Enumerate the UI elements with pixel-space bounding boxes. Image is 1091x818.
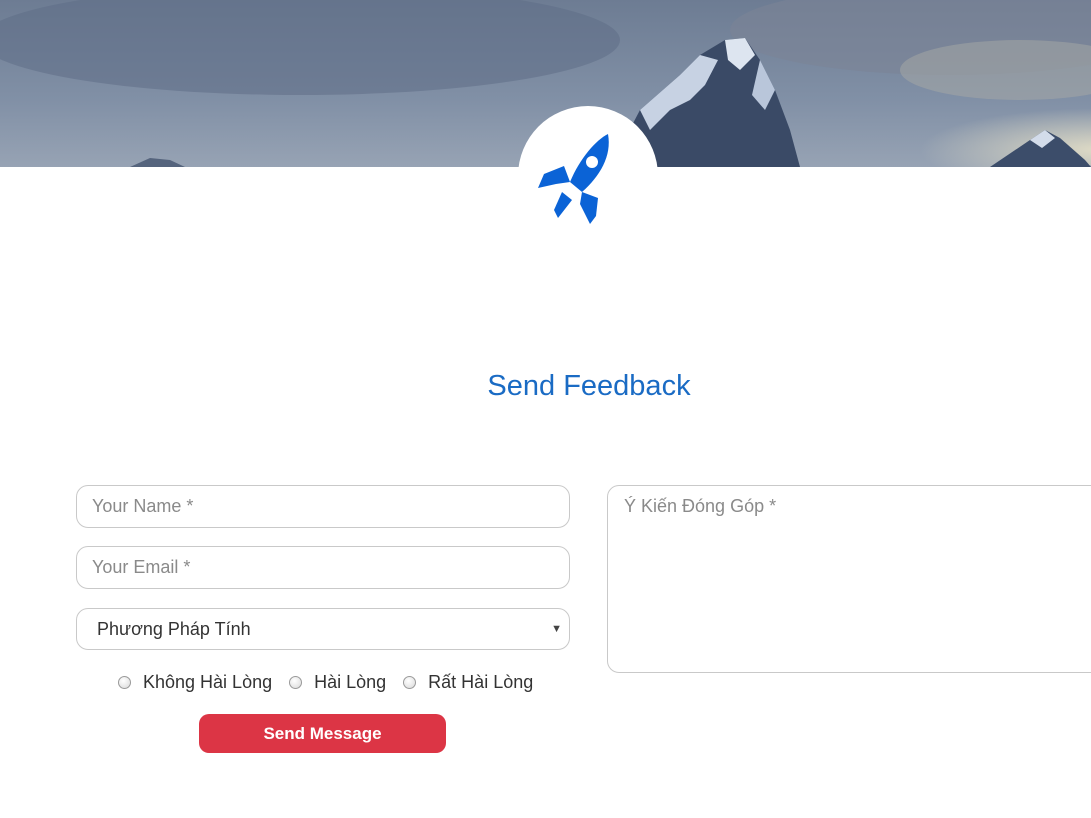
- send-message-button[interactable]: Send Message: [199, 714, 446, 753]
- radio-button[interactable]: [118, 675, 131, 689]
- method-select-value: Phương Pháp Tính: [97, 619, 251, 639]
- radio-label: Rất Hài Lòng: [428, 671, 534, 692]
- radio-button[interactable]: [289, 675, 303, 689]
- radio-label: Hài Lòng: [314, 671, 387, 692]
- rating-radio-group: Không Hài Lòng Hài Lòng Rất Hài Lòng: [118, 670, 550, 694]
- method-select[interactable]: Phương Pháp Tính ▼: [76, 608, 570, 650]
- caret-down-icon: ▼: [551, 623, 562, 635]
- radio-label: Không Hài Lòng: [143, 671, 273, 692]
- rocket-icon: [538, 134, 609, 224]
- rating-option-hai-long[interactable]: Hài Lòng: [289, 672, 386, 693]
- feedback-textarea[interactable]: [607, 485, 1091, 673]
- rating-option-rat-hai-long[interactable]: Rất Hài Lòng: [403, 672, 533, 693]
- rating-option-khong-hai-long[interactable]: Không Hài Lòng: [118, 672, 272, 693]
- name-input[interactable]: [76, 485, 570, 528]
- email-input[interactable]: [76, 546, 570, 589]
- page-title: Send Feedback: [487, 370, 691, 402]
- radio-button[interactable]: [403, 675, 417, 689]
- feedback-page: Send Feedback Phương Pháp Tính ▼ Không H…: [0, 0, 1091, 818]
